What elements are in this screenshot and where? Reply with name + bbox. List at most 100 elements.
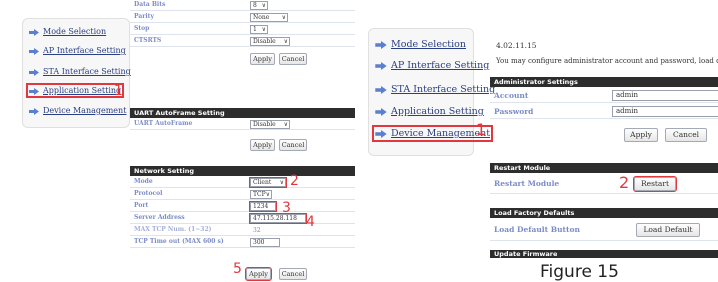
field-label: MAX TCP Num. (1~32) (134, 226, 212, 233)
nav-application-setting[interactable]: Application Setting (25, 83, 125, 98)
step-number-5: 5 (233, 261, 242, 277)
field-label: Account (494, 91, 529, 100)
field-label: Restart Module (494, 179, 560, 188)
arrow-right-icon (29, 87, 39, 95)
table-row: Protocol TCP (130, 189, 355, 200)
nav-label: Device Management (43, 106, 127, 115)
arrow-right-icon (29, 107, 39, 115)
field-label: Protocol (134, 190, 163, 197)
right-screenshot: Mode Selection AP Interface Setting STA … (360, 0, 718, 282)
table-row: CTSRTS Disable (130, 36, 355, 47)
field-label: Password (494, 107, 534, 116)
stop-select[interactable]: 1 (250, 25, 268, 34)
table-row: Restart Module (490, 174, 718, 194)
step-number-3: 3 (282, 200, 291, 216)
field-label: Parity (134, 13, 154, 20)
nav-label: AP Interface Setting (43, 46, 126, 55)
nav-label: Mode Selection (391, 39, 466, 50)
arrow-right-icon (375, 40, 387, 49)
step-number-4: 4 (306, 214, 315, 230)
cancel-button[interactable]: Cancel (665, 128, 707, 142)
cancel-button[interactable]: Cancel (279, 139, 307, 151)
field-label: Server Address (134, 214, 185, 221)
apply-button[interactable]: Apply (250, 53, 275, 65)
autoframe-select[interactable]: Disable (250, 120, 290, 129)
field-label: CTSRTS (134, 37, 162, 44)
cancel-button[interactable]: Cancel (279, 53, 307, 65)
apply-button[interactable]: Apply (624, 128, 658, 142)
server-address-input[interactable]: 47.115.28.118 (249, 213, 307, 224)
table-row: TCP Time out (MAX 600 s) 300 (130, 237, 355, 248)
nav-application-setting[interactable]: Application Setting (375, 106, 484, 117)
section-header: Restart Module (490, 163, 718, 173)
account-input[interactable]: admin (612, 90, 718, 101)
port-input[interactable]: 1234 (249, 201, 277, 212)
figure-caption: Figure 15 (540, 262, 619, 282)
nav-label: Application Setting (391, 106, 484, 117)
nav-ap-interface[interactable]: AP Interface Setting (29, 46, 126, 55)
arrow-right-icon (29, 28, 39, 36)
nav-label: Mode Selection (43, 27, 107, 36)
arrow-right-icon (375, 61, 387, 70)
mode-select[interactable]: Client (249, 177, 287, 188)
firmware-version: 4.02.11.15 (496, 41, 537, 50)
arrow-right-icon (29, 47, 39, 55)
nav-device-management[interactable]: Device Management (29, 106, 126, 115)
field-label: Stop (134, 25, 150, 32)
section-header: Administrator Settings (490, 77, 718, 87)
nav-mode-selection[interactable]: Mode Selection (375, 39, 466, 50)
restart-button[interactable]: Restart (633, 176, 677, 192)
arrow-right-icon (375, 85, 387, 94)
field-label: TCP Time out (MAX 600 s) (134, 238, 224, 245)
section-header: Update Firmware (490, 250, 718, 258)
nav-mode-selection[interactable]: Mode Selection (29, 27, 106, 36)
step-number-2: 2 (290, 173, 299, 189)
arrow-right-icon (375, 107, 387, 116)
field-label: Data Bits (134, 1, 166, 8)
tcp-timeout-input[interactable]: 300 (250, 238, 280, 247)
table-row: UART AutoFrame Disable (130, 119, 355, 130)
sidebar: Mode Selection AP Interface Setting STA … (22, 18, 131, 128)
nav-label: AP Interface Setting (391, 60, 490, 71)
table-row: Port 1234 (130, 201, 355, 212)
nav-device-management[interactable]: Device Management (371, 125, 494, 142)
password-input[interactable]: admin (612, 106, 718, 117)
field-label: UART AutoFrame (134, 120, 193, 127)
nav-label: STA Interface Setting (43, 67, 131, 76)
table-row: Stop 1 (130, 24, 355, 35)
cancel-button[interactable]: Cancel (279, 268, 307, 280)
section-header: Load Factory Defaults (490, 208, 718, 218)
left-screenshot: Mode Selection AP Interface Setting STA … (0, 0, 355, 282)
max-tcp-input: 32 (250, 226, 280, 235)
parity-select[interactable]: None (250, 13, 288, 22)
protocol-select[interactable]: TCP (250, 190, 272, 199)
table-row: Mode Client (130, 177, 355, 188)
nav-label: Application Setting (43, 86, 122, 95)
nav-label: STA Interface Setting (391, 84, 496, 95)
field-label: Mode (134, 178, 153, 185)
sidebar: Mode Selection AP Interface Setting STA … (368, 28, 495, 156)
apply-button[interactable]: Apply (250, 139, 275, 151)
nav-ap-interface[interactable]: AP Interface Setting (375, 60, 489, 71)
ctsrts-select[interactable]: Disable (250, 37, 290, 46)
table-row: Parity None (130, 12, 355, 23)
page-description: You may configure administrator account … (496, 57, 718, 65)
section-header: UART AutoFrame Setting (130, 108, 355, 118)
step-number-1: 1 (476, 120, 487, 139)
arrow-right-icon (29, 68, 39, 76)
step-number-2: 2 (619, 173, 630, 192)
section-header: Network Setting (130, 166, 355, 176)
table-row: Account admin (490, 88, 718, 103)
table-row: MAX TCP Num. (1~32) 32 (130, 225, 355, 236)
arrow-right-icon (375, 129, 387, 138)
nav-sta-interface[interactable]: STA Interface Setting (375, 84, 495, 95)
table-row: Server Address 47.115.28.118 (130, 213, 355, 224)
table-row: Password admin (490, 104, 718, 119)
apply-button[interactable]: Apply (245, 267, 272, 281)
step-number-1: 1 (114, 83, 123, 99)
field-label: Load Default Button (494, 225, 580, 234)
table-row: Data Bits 8 (130, 0, 355, 11)
load-default-button[interactable]: Load Default (636, 223, 700, 237)
nav-sta-interface[interactable]: STA Interface Setting (29, 67, 131, 76)
data-bits-select[interactable]: 8 (250, 1, 268, 10)
